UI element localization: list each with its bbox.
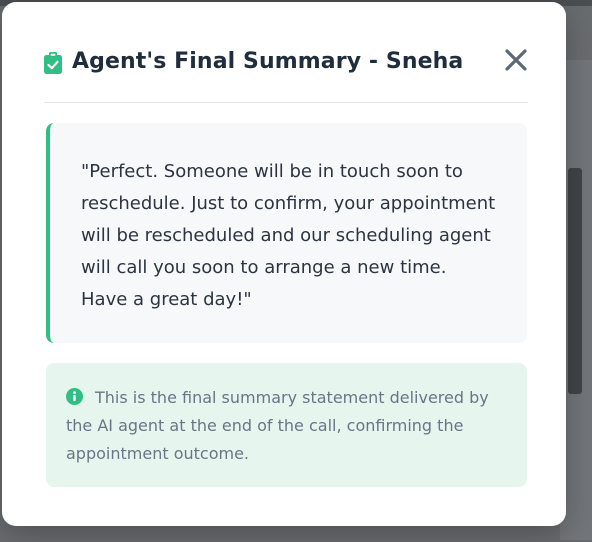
- modal-header: Agent's Final Summary - Sneha: [44, 42, 528, 103]
- final-summary-modal: Agent's Final Summary - Sneha "Perfect. …: [2, 2, 566, 526]
- info-circle-icon: [66, 386, 83, 405]
- info-note: This is the final summary statement deli…: [66, 384, 507, 468]
- clipboard-check-icon: [44, 52, 62, 74]
- summary-quote-box: "Perfect. Someone will be in touch soon …: [46, 123, 527, 343]
- modal-title: Agent's Final Summary - Sneha: [72, 49, 464, 74]
- info-note-box: This is the final summary statement deli…: [46, 363, 527, 487]
- close-button[interactable]: [504, 48, 528, 72]
- info-note-text: This is the final summary statement deli…: [66, 388, 489, 463]
- summary-quote-text: "Perfect. Someone will be in touch soon …: [81, 161, 496, 310]
- close-icon: [504, 49, 528, 75]
